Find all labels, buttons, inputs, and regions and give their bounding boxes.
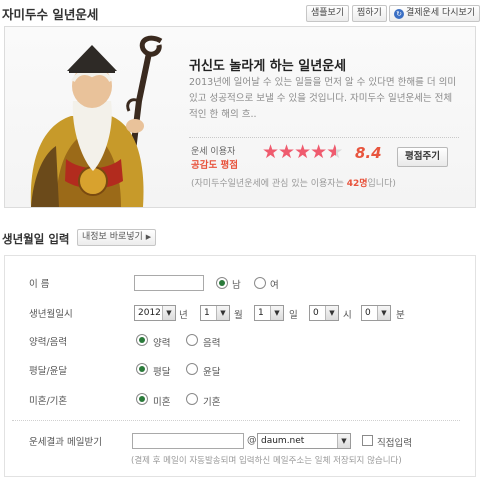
month-select[interactable]: 1 ▼ xyxy=(200,305,230,321)
hour-value: 0 xyxy=(313,308,319,318)
day-value: 1 xyxy=(258,308,264,318)
gender-female-label: 여 xyxy=(270,280,279,291)
married-label: 기혼 xyxy=(203,397,221,408)
chevron-down-icon: ▼ xyxy=(325,306,338,320)
email-at-sign: @ xyxy=(247,435,257,446)
leap-label: 평달/윤달 xyxy=(29,366,68,377)
sample-button[interactable]: 샘플보기 xyxy=(306,5,350,22)
users-suffix: 입니다) xyxy=(367,179,396,189)
hour-select[interactable]: 0 ▼ xyxy=(309,305,339,321)
email-domain-select[interactable]: daum.net ▼ xyxy=(257,433,351,449)
users-count: 42명 xyxy=(346,179,368,189)
star-icon: ★ xyxy=(294,141,311,163)
direct-input-label: 직접입력 xyxy=(377,438,412,449)
name-input[interactable] xyxy=(134,275,204,291)
autofill-profile-button[interactable]: 내정보 바로넣기 ▶ xyxy=(77,229,157,246)
single-label: 미혼 xyxy=(153,397,171,408)
direct-input-checkbox[interactable] xyxy=(362,435,373,446)
gender-female-radio[interactable] xyxy=(254,277,266,289)
sage-illustration xyxy=(30,35,163,207)
chevron-down-icon: ▼ xyxy=(216,306,229,320)
email-domain-value: daum.net xyxy=(261,436,305,446)
refresh-icon: ↻ xyxy=(394,9,404,19)
day-select[interactable]: 1 ▼ xyxy=(254,305,284,321)
chevron-down-icon: ▼ xyxy=(377,306,390,320)
gender-male-label: 남 xyxy=(232,280,241,291)
gender-male-radio[interactable] xyxy=(216,277,228,289)
minute-select[interactable]: 0 ▼ xyxy=(361,305,391,321)
star-icon: ★ xyxy=(310,141,327,163)
lunar-radio[interactable] xyxy=(186,334,198,346)
email-label: 운세결과 메일받기 xyxy=(29,437,102,448)
payment-history-button[interactable]: ↻ 결제운세 다시보기 xyxy=(389,5,480,22)
page-title: 자미두수 일년운세 xyxy=(2,7,99,22)
rating-stars: ★★★★★ xyxy=(262,141,343,163)
divider xyxy=(12,420,460,421)
year-select[interactable]: 2012 ▼ xyxy=(134,305,176,321)
email-id-input[interactable] xyxy=(132,433,244,449)
divider xyxy=(189,137,459,138)
header-bar: 자미두수 일년운세 샘플보기 찜하기 ↻ 결제운세 다시보기 xyxy=(0,0,480,24)
year-value: 2012 xyxy=(138,308,161,318)
rating-label-users: 운세 이용자 xyxy=(191,147,236,157)
name-label: 이 름 xyxy=(29,279,50,290)
solar-radio[interactable] xyxy=(136,334,148,346)
leap-month-radio[interactable] xyxy=(186,363,198,375)
chevron-down-icon: ▼ xyxy=(162,306,175,320)
star-icon: ★ xyxy=(262,141,279,163)
star-icon: ★ xyxy=(278,141,295,163)
chevron-down-icon: ▼ xyxy=(270,306,283,320)
users-prefix: (자미두수일년운세에 관심 있는 이용자는 xyxy=(191,179,347,189)
minute-value: 0 xyxy=(365,308,371,318)
marital-label: 미혼/기혼 xyxy=(29,396,68,407)
rating-label-score: 공감도 평점 xyxy=(191,160,239,171)
year-unit: 년 xyxy=(179,310,188,321)
autofill-profile-label: 내정보 바로넣기 xyxy=(82,232,143,242)
lunar-label: 음력 xyxy=(203,338,221,349)
hour-unit: 시 xyxy=(343,310,352,321)
normal-month-radio[interactable] xyxy=(136,363,148,375)
month-value: 1 xyxy=(204,308,210,318)
email-note: (결제 후 메일이 자동발송되며 입력하신 메일주소는 일체 저장되지 않습니다… xyxy=(131,456,402,466)
rate-button[interactable]: 평점주기 xyxy=(397,147,448,167)
product-title: 귀신도 놀라게 하는 일년운세 xyxy=(189,59,347,74)
product-description: 2013년에 일어날 수 있는 일들을 먼저 알 수 있다면 한해를 더 의미 … xyxy=(189,77,457,120)
product-card: 귀신도 놀라게 하는 일년운세 2013년에 일어날 수 있는 일들을 먼저 알… xyxy=(4,26,476,208)
arrow-right-icon: ▶ xyxy=(145,233,152,241)
rating-score: 8.4 xyxy=(355,144,382,162)
married-radio[interactable] xyxy=(186,393,198,405)
section-title: 생년월일 입력 xyxy=(2,232,70,246)
calendar-label: 양력/음력 xyxy=(29,337,68,348)
normal-month-label: 평달 xyxy=(153,367,171,378)
solar-label: 양력 xyxy=(153,338,171,349)
minute-unit: 분 xyxy=(396,310,405,321)
day-unit: 일 xyxy=(289,310,298,321)
star-half-icon: ★ xyxy=(326,141,343,163)
chevron-down-icon: ▼ xyxy=(337,434,350,448)
single-radio[interactable] xyxy=(136,393,148,405)
interest-users-text: (자미두수일년운세에 관심 있는 이용자는 42명입니다) xyxy=(191,176,396,189)
payment-history-label: 결제운세 다시보기 xyxy=(406,8,476,18)
bookmark-button[interactable]: 찜하기 xyxy=(352,5,387,22)
birth-label: 생년월일시 xyxy=(29,309,73,320)
leap-month-label: 윤달 xyxy=(203,367,221,378)
month-unit: 월 xyxy=(234,310,243,321)
